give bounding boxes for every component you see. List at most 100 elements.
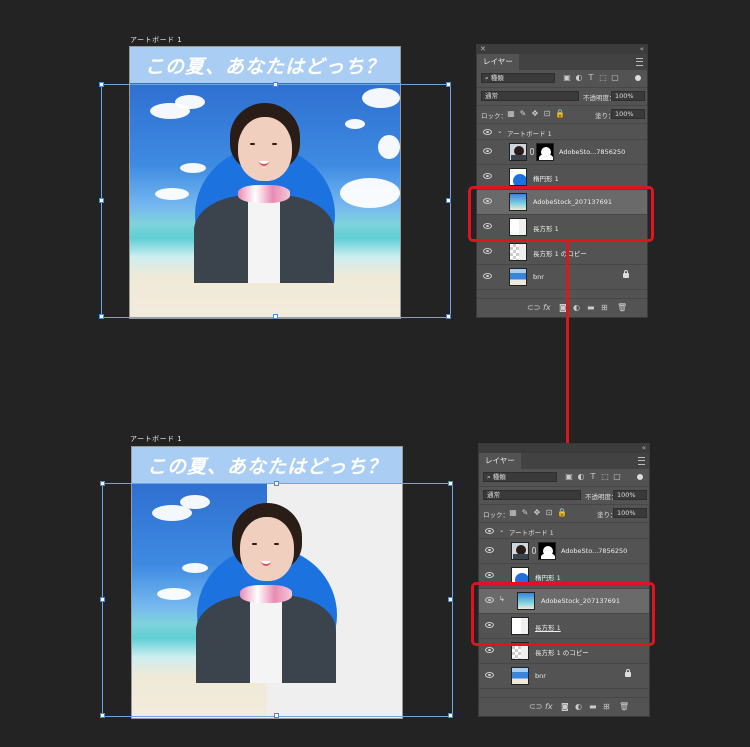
tab-layers[interactable]: レイヤー: [479, 453, 521, 469]
artboard-group-row[interactable]: ⌄ アートボード 1: [477, 124, 647, 140]
transform-handle[interactable]: [446, 198, 451, 203]
lock-transparent-icon[interactable]: ▦: [507, 110, 515, 118]
transform-handle[interactable]: [99, 314, 104, 319]
layer-row[interactable]: 長方形 1 のコピー: [477, 240, 647, 265]
lock-pixels-icon[interactable]: ✎: [519, 110, 527, 118]
link-icon[interactable]: [530, 148, 534, 155]
eye-icon[interactable]: [485, 647, 494, 653]
eye-icon[interactable]: [483, 273, 492, 279]
transform-handle[interactable]: [100, 713, 105, 718]
adjustment-icon[interactable]: ◐: [573, 303, 580, 312]
lock-all-icon[interactable]: 🔒: [555, 110, 565, 118]
transform-handle[interactable]: [274, 481, 279, 486]
lock-artboard-icon[interactable]: ⊡: [543, 110, 551, 118]
lock-position-icon[interactable]: ✥: [531, 110, 539, 118]
chevron-down-icon[interactable]: ⌄: [497, 127, 502, 135]
eye-icon[interactable]: [485, 672, 494, 678]
layer-thumbnail: [511, 667, 529, 685]
filter-row: ⌕ 種類 ▣ ◐ T ⬚ ▢: [479, 469, 649, 487]
close-icon[interactable]: ✕: [480, 45, 486, 53]
filter-type-icon[interactable]: T: [587, 74, 595, 82]
collapse-icon[interactable]: «: [640, 45, 644, 53]
fill-field[interactable]: 100%: [611, 109, 645, 119]
layer-mask-thumbnail: [536, 143, 554, 161]
layer-row[interactable]: bnr: [477, 265, 647, 290]
lock-pixels-icon[interactable]: ✎: [521, 509, 529, 517]
fill-field[interactable]: 100%: [613, 508, 647, 518]
chevron-down-icon[interactable]: ⌄: [499, 526, 504, 534]
transform-handle[interactable]: [446, 314, 451, 319]
filter-smart-icon[interactable]: ▢: [611, 74, 619, 82]
layer-row[interactable]: bnr: [479, 664, 649, 689]
link-icon[interactable]: [532, 547, 536, 554]
eye-icon[interactable]: [483, 129, 492, 135]
fx-icon[interactable]: fx: [543, 303, 551, 312]
layer-row[interactable]: AdobeSto...7856250: [479, 539, 649, 564]
lock-position-icon[interactable]: ✥: [533, 509, 541, 517]
filter-pixel-icon[interactable]: ▣: [563, 74, 571, 82]
trash-icon[interactable]: 🗑: [619, 702, 629, 711]
layer-row[interactable]: AdobeSto...7856250: [477, 140, 647, 165]
transform-handle[interactable]: [99, 198, 104, 203]
opacity-field[interactable]: 100%: [611, 91, 645, 101]
eye-icon[interactable]: [483, 248, 492, 254]
transform-handle[interactable]: [100, 597, 105, 602]
panel-menu-icon[interactable]: [636, 58, 643, 66]
tab-layers[interactable]: レイヤー: [477, 54, 519, 70]
lock-all-icon[interactable]: 🔒: [557, 509, 567, 517]
filter-toggle[interactable]: [635, 75, 641, 81]
lock-transparent-icon[interactable]: ▦: [509, 509, 517, 517]
eye-icon[interactable]: [485, 572, 494, 578]
fx-icon[interactable]: fx: [545, 702, 553, 711]
filter-adjust-icon[interactable]: ◐: [575, 74, 583, 82]
filter-shape-icon[interactable]: ⬚: [599, 74, 607, 82]
blend-mode-select[interactable]: 通常: [481, 91, 579, 101]
opacity-field[interactable]: 100%: [613, 490, 647, 500]
new-layer-icon[interactable]: ⊞: [601, 303, 608, 312]
filter-type-icon[interactable]: T: [589, 473, 597, 481]
link-icon[interactable]: ⊂⊃: [527, 303, 540, 312]
filter-smart-icon[interactable]: ▢: [613, 473, 621, 481]
trash-icon[interactable]: 🗑: [617, 303, 627, 312]
layers-panel-bottom[interactable]: « レイヤー ⌕ 種類 ▣ ◐ T ⬚ ▢ 通常 不透明度： 100% ロック：…: [478, 443, 650, 717]
filter-kind-select[interactable]: ⌕ 種類: [481, 73, 555, 83]
filter-adjust-icon[interactable]: ◐: [577, 473, 585, 481]
transform-handle[interactable]: [446, 82, 451, 87]
transform-handle[interactable]: [448, 481, 453, 486]
eye-icon[interactable]: [483, 173, 492, 179]
lock-artboard-icon[interactable]: ⊡: [545, 509, 553, 517]
eye-icon[interactable]: [483, 148, 492, 154]
collapse-icon[interactable]: «: [642, 444, 646, 452]
new-layer-icon[interactable]: ⊞: [603, 702, 610, 711]
banner-title: この夏、あなたはどっち？: [146, 455, 387, 478]
filter-toggle[interactable]: [637, 474, 643, 480]
blend-mode-select[interactable]: 通常: [483, 490, 581, 500]
transform-bounding-box-top[interactable]: [101, 84, 451, 318]
artboard-group-row[interactable]: ⌄ アートボード 1: [479, 523, 649, 539]
artboard-label-top[interactable]: アートボード 1: [130, 35, 182, 45]
layers-panel-top[interactable]: ✕ « レイヤー ⌕ 種類 ▣ ◐ T ⬚ ▢ 通常 不透明度： 100% ロッ…: [476, 44, 648, 318]
eye-icon[interactable]: [485, 547, 494, 553]
eye-icon[interactable]: [485, 528, 494, 534]
adjustment-icon[interactable]: ◐: [575, 702, 582, 711]
transform-handle[interactable]: [274, 713, 279, 718]
filter-pixel-icon[interactable]: ▣: [565, 473, 573, 481]
transform-handle[interactable]: [273, 82, 278, 87]
banner: この夏、あなたはどっち？: [130, 47, 400, 83]
folder-icon[interactable]: ▬: [587, 303, 595, 312]
transform-handle[interactable]: [100, 481, 105, 486]
transform-handle[interactable]: [99, 82, 104, 87]
filter-shape-icon[interactable]: ⬚: [601, 473, 609, 481]
transform-handle[interactable]: [273, 314, 278, 319]
filter-kind-select[interactable]: ⌕ 種類: [483, 472, 557, 482]
filter-kind-label: 種類: [490, 74, 504, 82]
panel-menu-icon[interactable]: [638, 457, 645, 465]
folder-icon[interactable]: ▬: [589, 702, 597, 711]
transform-handle[interactable]: [448, 597, 453, 602]
transform-bounding-box-bottom[interactable]: [102, 483, 453, 717]
lock-icon: [625, 669, 631, 677]
transform-handle[interactable]: [448, 713, 453, 718]
link-icon[interactable]: ⊂⊃: [529, 702, 542, 711]
mask-icon[interactable]: ◙: [561, 702, 569, 711]
artboard-label-bottom[interactable]: アートボード 1: [130, 434, 182, 444]
